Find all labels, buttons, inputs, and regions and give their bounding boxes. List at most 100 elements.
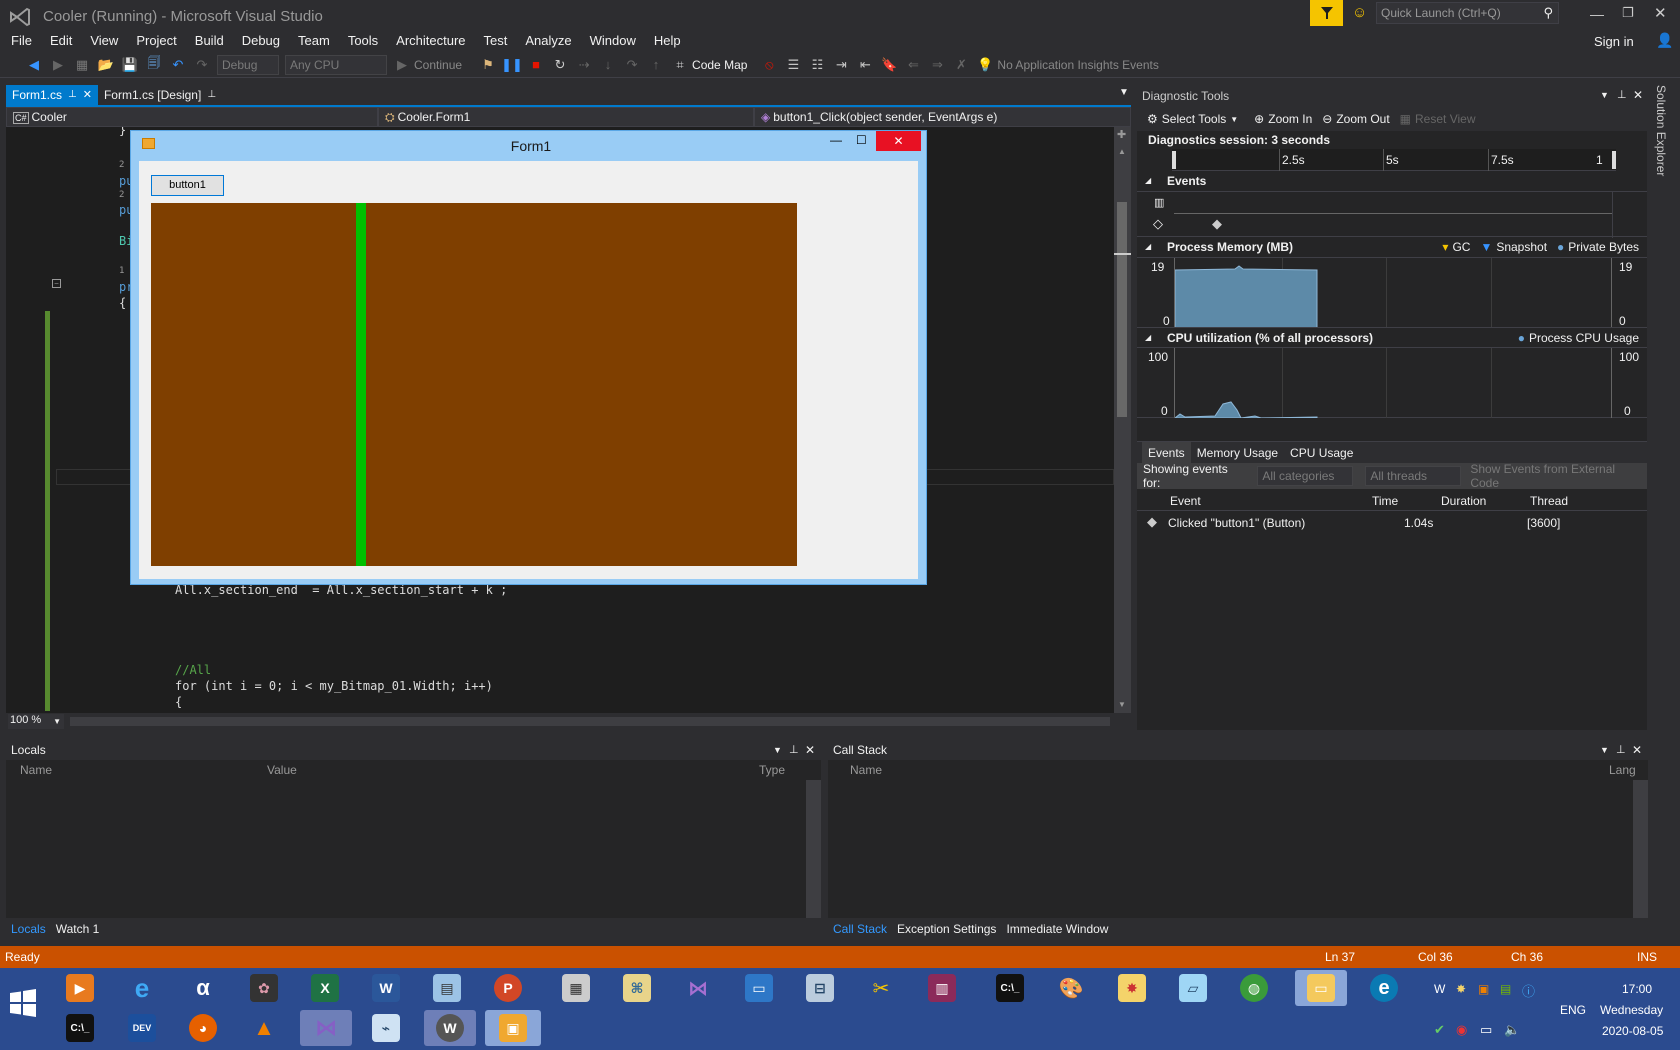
- menu-team[interactable]: Team: [289, 30, 339, 52]
- minimize-button[interactable]: —: [1590, 6, 1604, 22]
- menu-window[interactable]: Window: [581, 30, 645, 52]
- col-name[interactable]: Name: [850, 760, 882, 780]
- visual-studio-tile[interactable]: ⋈: [300, 1010, 352, 1046]
- tab-form1-design[interactable]: Form1.cs [Design] ⊥: [98, 85, 222, 105]
- ruler-end-marker[interactable]: [1612, 151, 1616, 169]
- tab-watch-1[interactable]: Watch 1: [51, 922, 105, 936]
- editor-vertical-scrollbar[interactable]: ✚ ▲ ▼: [1114, 127, 1131, 713]
- media-player-tile[interactable]: ▶: [60, 970, 100, 1006]
- pin-icon[interactable]: ⊥: [207, 85, 216, 105]
- menu-edit[interactable]: Edit: [41, 30, 81, 52]
- menu-tools[interactable]: Tools: [339, 30, 387, 52]
- breakpoint-icon[interactable]: ⦸: [760, 56, 778, 74]
- ruler-start-marker[interactable]: [1172, 151, 1176, 169]
- tab-locals[interactable]: Locals: [6, 922, 51, 936]
- tray-nvidia-icon[interactable]: ▤: [1500, 982, 1511, 996]
- memory-section-header[interactable]: ◢ Process Memory (MB) ▾ GC ▼ Snapshot ● Pri…: [1137, 237, 1647, 257]
- start-button[interactable]: [8, 988, 42, 1022]
- tab-cpu-usage[interactable]: CPU Usage: [1284, 442, 1359, 464]
- threads-filter[interactable]: All threads: [1365, 466, 1462, 486]
- firefox-tile[interactable]: ◕: [183, 1010, 223, 1046]
- call-stack-scrollbar[interactable]: [1633, 780, 1648, 918]
- cmd-tile[interactable]: C:\_: [990, 970, 1030, 1006]
- col-event[interactable]: Event: [1170, 494, 1201, 508]
- col-name[interactable]: Name: [20, 760, 52, 780]
- menu-file[interactable]: File: [2, 30, 41, 52]
- edge-tile[interactable]: e: [1364, 970, 1404, 1006]
- bookmark-icon[interactable]: 🔖: [880, 56, 898, 74]
- col-thread[interactable]: Thread: [1530, 494, 1568, 508]
- locals-scrollbar[interactable]: [806, 780, 821, 918]
- stop-debugging-icon[interactable]: ■: [527, 56, 545, 74]
- menu-help[interactable]: Help: [645, 30, 690, 52]
- word-tile[interactable]: W: [366, 970, 406, 1006]
- cpu-chart[interactable]: 100 0 100 0: [1137, 347, 1647, 418]
- indent-icon[interactable]: ⇥: [832, 56, 850, 74]
- panel-pin-icon[interactable]: ⊥: [789, 740, 799, 760]
- uncomment-icon[interactable]: ☷: [808, 56, 826, 74]
- gear-icon[interactable]: ⚙: [1147, 112, 1158, 126]
- excel-tile[interactable]: X: [305, 970, 345, 1006]
- zoom-in-button[interactable]: Zoom In: [1268, 112, 1312, 126]
- panel-menu-icon[interactable]: ▼: [773, 740, 782, 760]
- process-icon[interactable]: ⚑: [479, 56, 497, 74]
- zoom-out-icon[interactable]: ⊖: [1322, 112, 1332, 126]
- file-explorer-tile[interactable]: ▭: [1295, 970, 1347, 1006]
- tray-network-icon[interactable]: ▭: [1480, 1022, 1492, 1038]
- tray-wordpad-icon[interactable]: W: [1434, 982, 1445, 996]
- close-window-button[interactable]: ✕: [1654, 4, 1667, 22]
- solution-explorer-tab[interactable]: Solution Explorer: [1652, 85, 1670, 185]
- events-track[interactable]: ▥ ◇ ◆: [1137, 191, 1647, 238]
- form-close-button[interactable]: ✕: [876, 131, 921, 151]
- network-tile[interactable]: ⊟: [800, 970, 840, 1006]
- col-lang[interactable]: Lang: [1609, 760, 1636, 780]
- tray-volume-icon[interactable]: 🔈: [1504, 1022, 1520, 1038]
- form1-app-tile[interactable]: ▣: [485, 1010, 541, 1046]
- col-time[interactable]: Time: [1372, 494, 1398, 508]
- menu-test[interactable]: Test: [475, 30, 517, 52]
- select-tools-chevron-icon[interactable]: ▼: [1230, 115, 1238, 124]
- events-section-header[interactable]: ◢ Events: [1137, 171, 1647, 191]
- clock-time[interactable]: 17:00: [1622, 982, 1652, 996]
- winrar-tile[interactable]: ▥: [922, 970, 962, 1006]
- internet-explorer-tile[interactable]: e: [122, 970, 162, 1006]
- collapse-cpu-icon[interactable]: ◢: [1145, 328, 1151, 348]
- timeline-ruler[interactable]: 2.5s 5s 7.5s 1: [1172, 149, 1616, 171]
- config-select[interactable]: Debug: [217, 54, 279, 75]
- sign-in-link[interactable]: Sign in: [1594, 34, 1634, 49]
- panel-menu-icon[interactable]: ▼: [1600, 90, 1609, 100]
- categories-filter[interactable]: All categories: [1257, 466, 1354, 486]
- member-dropdown[interactable]: ◈ button1_Click(object sender, EventArgs …: [754, 107, 1131, 127]
- table-row[interactable]: ◆ Clicked "button1" (Button) 1.04s [3600…: [1137, 511, 1647, 533]
- undo-icon[interactable]: ↶: [169, 56, 187, 74]
- step-into-icon[interactable]: ↓: [599, 56, 617, 74]
- scroll-up-icon[interactable]: ▲: [1118, 147, 1126, 156]
- memory-chart[interactable]: 19 0 19 0: [1137, 257, 1647, 328]
- input-language[interactable]: ENG: [1560, 1003, 1586, 1017]
- code-map-icon[interactable]: ⌗: [671, 56, 689, 74]
- restart-icon[interactable]: ↻: [551, 56, 569, 74]
- menu-architecture[interactable]: Architecture: [387, 30, 474, 52]
- show-next-statement-icon[interactable]: ⇢: [575, 56, 593, 74]
- powerpoint-tile[interactable]: P: [488, 970, 528, 1006]
- photo-tile[interactable]: ✸: [1112, 970, 1152, 1006]
- panel-close-icon[interactable]: ✕: [1633, 88, 1643, 102]
- menu-build[interactable]: Build: [186, 30, 233, 52]
- platform-select[interactable]: Any CPU: [285, 54, 387, 75]
- col-type[interactable]: Type: [759, 760, 785, 780]
- prev-bookmark-icon[interactable]: ⇐: [904, 56, 922, 74]
- alpha-app-tile[interactable]: α: [183, 970, 223, 1006]
- panel-close-icon[interactable]: ✕: [805, 740, 815, 760]
- outdent-icon[interactable]: ⇤: [856, 56, 874, 74]
- col-duration[interactable]: Duration: [1441, 494, 1486, 508]
- continue-button[interactable]: Continue: [414, 58, 462, 72]
- panel-menu-icon[interactable]: ▼: [1600, 740, 1609, 760]
- account-icon[interactable]: 👤: [1656, 32, 1673, 49]
- vs-blend-tile[interactable]: ⋈: [678, 970, 718, 1006]
- menu-debug[interactable]: Debug: [233, 30, 289, 52]
- save-all-icon[interactable]: 🗐: [145, 55, 163, 74]
- reset-view-icon[interactable]: ▦: [1400, 112, 1411, 126]
- search-icon[interactable]: ⚲: [1543, 5, 1553, 21]
- menu-view[interactable]: View: [81, 30, 127, 52]
- navigate-back-icon[interactable]: ◀: [25, 56, 43, 74]
